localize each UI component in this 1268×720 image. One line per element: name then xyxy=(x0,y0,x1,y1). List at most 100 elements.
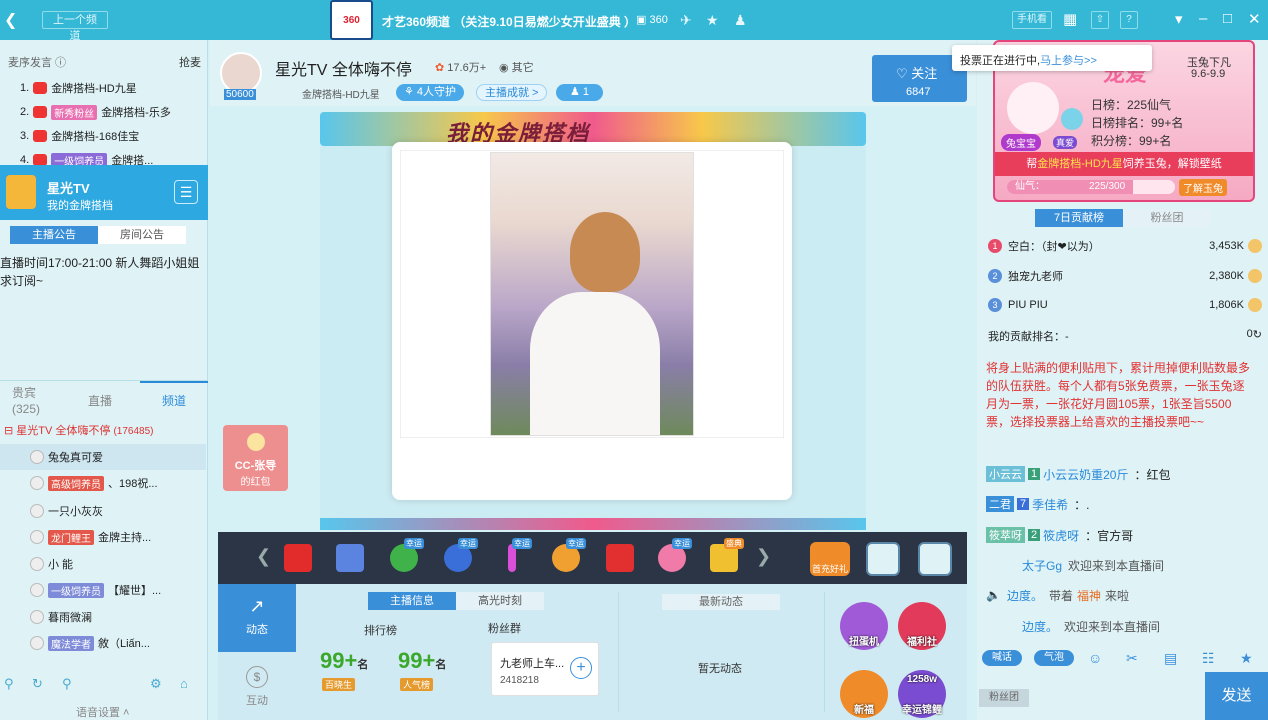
lucky-koi-button[interactable]: 1258w 幸运锦鲤 xyxy=(898,670,946,718)
guards-button[interactable]: ⚘ 4人守护 xyxy=(396,84,465,101)
image-icon[interactable]: ▤ xyxy=(1164,650,1177,667)
scissors-icon[interactable]: ✂ xyxy=(1126,650,1138,667)
red-envelope-icon[interactable] xyxy=(282,540,314,574)
mic-order-item[interactable]: 2. 新秀粉丝 金牌搭档-乐多 xyxy=(20,104,171,120)
gamepad-icon[interactable]: ⚙ xyxy=(150,676,162,692)
chat-message: 二君 7 季佳希：. xyxy=(986,494,1264,514)
phone-watch-button[interactable]: 手机看 xyxy=(1012,11,1052,29)
tab-highlights[interactable]: 高光时刻 xyxy=(456,592,544,610)
fire-icon: ✿ xyxy=(435,62,445,74)
video-card[interactable] xyxy=(392,142,792,500)
clover-icon[interactable]: 幸运 xyxy=(388,538,424,574)
notice-text: 直播时间17:00-21:00 新人舞蹈小姐姐求订阅~ xyxy=(0,256,200,288)
send-button[interactable]: 发送 xyxy=(1205,672,1268,720)
close-icon[interactable]: ✕ xyxy=(1248,10,1261,28)
vote-tooltip[interactable]: 投票正在进行中,马上参与>> xyxy=(952,45,1152,71)
rank-value-2[interactable]: 99+名 xyxy=(398,648,446,674)
interact-tab[interactable]: $ 互动 xyxy=(218,660,296,708)
maximize-icon[interactable]: □ xyxy=(1223,10,1232,27)
fan-group-card[interactable]: 九老师上车... 2418218 + xyxy=(491,642,599,696)
user-icon xyxy=(30,504,44,518)
channel-tree-title[interactable]: ⊟ 星光TV 全体嗨不停 (176485) xyxy=(4,422,154,438)
contributor-row[interactable]: 1 空白：（封❤以为） 3,453K xyxy=(988,237,1262,255)
menu-icon[interactable]: ☰ xyxy=(174,180,198,204)
glowstick-icon[interactable]: 幸运 xyxy=(496,538,532,574)
other-button[interactable]: ◉ 其它 xyxy=(499,59,534,75)
dropdown-icon[interactable]: ▾ xyxy=(1175,10,1183,28)
help-icon[interactable]: ? xyxy=(1120,11,1138,29)
learn-rabbit-button[interactable]: 了解玉兔 xyxy=(1179,179,1227,196)
user-item[interactable]: 一级饲养员 【耀世】... xyxy=(0,577,206,603)
anchor-info-panel: ↗ 动态 $ 互动 主播信息 高光时刻 排行榜 粉丝群 99+名 百晓生 99+… xyxy=(218,584,967,720)
tab-fan-club[interactable]: 粉丝团 xyxy=(1123,209,1211,227)
anchor-card[interactable]: 星光TV 我的金牌搭档 ☰ xyxy=(0,165,208,220)
red-packet[interactable]: CC-张导 的红包 xyxy=(223,425,288,491)
mic-order-item[interactable]: 3. 金牌搭档-168佳宝 xyxy=(20,128,139,144)
location-icon[interactable]: ⚲ xyxy=(4,676,14,692)
refresh-icon[interactable]: ↻ xyxy=(32,676,43,692)
grid-layout-icon[interactable]: ▦ xyxy=(1063,10,1077,28)
welfare-button[interactable]: 福利社 xyxy=(898,602,946,650)
back-arrow-icon[interactable]: ❮ xyxy=(4,10,17,30)
prev-channel-button[interactable]: 上一个频道 xyxy=(42,11,108,42)
first-charge-button[interactable]: 首充好礼 xyxy=(810,542,850,576)
user-item[interactable]: 龙门鲤王 金牌主持... xyxy=(0,524,206,550)
achievement-button[interactable]: 主播成就 > xyxy=(476,84,548,101)
mini-mode-icon[interactable]: ⇧ xyxy=(1091,11,1109,29)
game-icon[interactable] xyxy=(334,540,366,574)
home-icon[interactable]: ⌂ xyxy=(180,676,188,691)
user-item[interactable]: 魔法学者 敘（Liấn... xyxy=(0,630,206,656)
search-icon[interactable]: ⚲ xyxy=(62,676,72,692)
gacha-button[interactable]: 扭蛋机 xyxy=(840,602,888,650)
firecracker-icon[interactable] xyxy=(604,540,636,574)
fans-count[interactable]: ♟ 1 xyxy=(556,84,604,101)
ticket-icon[interactable]: 盛典 xyxy=(708,538,744,574)
gift-prev-icon[interactable]: ❮ xyxy=(256,546,271,567)
contributor-row[interactable]: 3 PIU PIU 1,806K xyxy=(988,296,1262,314)
user-icon xyxy=(30,557,44,571)
firework-icon[interactable]: 幸运 xyxy=(550,538,586,574)
anchor-avatar[interactable] xyxy=(220,52,262,94)
vote-link[interactable]: 马上参与>> xyxy=(1040,55,1097,67)
tab-anchor-notice[interactable]: 主播公告 xyxy=(10,226,98,244)
balloon-icon[interactable]: 幸运 xyxy=(656,538,692,574)
shop-icon[interactable] xyxy=(918,542,952,576)
lock-icon[interactable]: ☷ xyxy=(1202,650,1215,667)
emoji-icon[interactable]: ☺ xyxy=(1088,650,1102,666)
minimize-icon[interactable]: – xyxy=(1199,10,1207,27)
users-icon[interactable]: ♟ xyxy=(734,12,747,29)
mic-order-item[interactable]: 1. 金牌搭档-HD九星 xyxy=(20,80,137,96)
channel-title: 才艺360频道 （关注9.10日易燃少女开业盛典 ） xyxy=(382,15,637,29)
tab-live[interactable]: 直播 xyxy=(88,392,112,409)
plane-icon[interactable]: ✈ xyxy=(680,12,692,29)
fan-group-button[interactable]: 粉丝团 xyxy=(979,689,1029,707)
star-icon[interactable]: ★ xyxy=(706,12,719,29)
shout-button[interactable]: 喊话 xyxy=(982,650,1022,666)
voice-settings[interactable]: 语音设置 ˄ xyxy=(76,704,129,720)
rank-value-1[interactable]: 99+名 xyxy=(320,648,368,674)
user-item[interactable]: 小 能 xyxy=(0,551,206,577)
dynamic-tab[interactable]: ↗ 动态 xyxy=(218,584,296,652)
join-plus-icon[interactable]: + xyxy=(570,657,592,679)
tab-channel[interactable]: 频道 xyxy=(162,392,186,409)
bubble-button[interactable]: 气泡 xyxy=(1034,650,1074,666)
chat-message: 太子Gg 欢迎来到本直播间 xyxy=(1022,558,1165,573)
tab-7day-contrib[interactable]: 7日贡献榜 xyxy=(1035,209,1123,227)
grab-mic-button[interactable]: 抢麦 xyxy=(179,54,201,70)
user-item[interactable]: 高级饲养员 、198祝... xyxy=(0,470,206,496)
tab-room-notice[interactable]: 房间公告 xyxy=(98,226,186,244)
tab-anchor-info[interactable]: 主播信息 xyxy=(368,592,456,610)
coin-icon xyxy=(246,433,265,451)
user-item[interactable]: 兔兔真可爱 xyxy=(0,444,206,470)
tab-vip[interactable]: 贵宾 (325) xyxy=(12,385,40,417)
user-item[interactable]: 暮雨微澜 xyxy=(0,604,206,630)
pinwheel-icon[interactable]: 幸运 xyxy=(442,538,478,574)
dollar-icon: $ xyxy=(246,666,268,688)
refresh-icon[interactable]: ↻ xyxy=(1253,328,1262,344)
contributor-row[interactable]: 2 独宠九老师 2,380K xyxy=(988,267,1262,285)
new-fortune-button[interactable]: 新福 xyxy=(840,670,888,718)
bag-icon[interactable] xyxy=(866,542,900,576)
user-item[interactable]: 一只小灰灰 xyxy=(0,498,206,524)
gift-next-icon[interactable]: ❯ xyxy=(756,546,771,567)
star-icon[interactable]: ★ xyxy=(1240,650,1253,667)
